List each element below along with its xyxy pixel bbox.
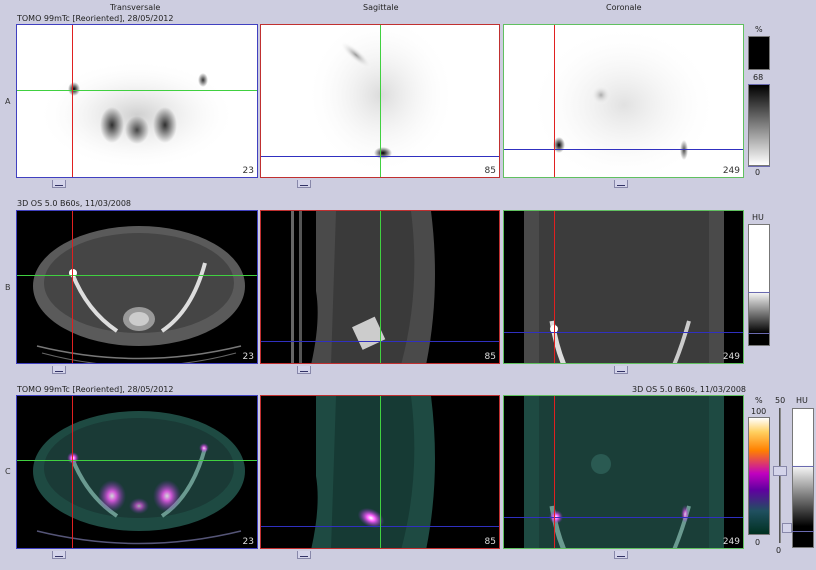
row-a-title: TOMO 99mTc [Reoriented], 28/05/2012	[17, 14, 174, 23]
colorbar-marker[interactable]	[748, 292, 770, 293]
pet-transversal-image	[37, 60, 237, 170]
ct-transversal-view[interactable]: 23	[16, 210, 258, 364]
fusion-transversal-image	[33, 411, 245, 545]
horizontal-crosshair[interactable]	[504, 332, 743, 333]
vertical-crosshair[interactable]	[554, 396, 555, 548]
ct-coronal-image	[524, 211, 724, 363]
ct-transversal-image	[33, 226, 245, 363]
colorbar-max-label: 100	[751, 407, 767, 416]
slice-number: 85	[484, 537, 496, 547]
colorbar-marker[interactable]	[748, 333, 770, 334]
vertical-crosshair[interactable]	[554, 211, 555, 363]
scroll-thumb[interactable]	[297, 366, 311, 374]
fusion-coronal-image	[524, 396, 724, 548]
fusion-sagittal-view[interactable]: 85	[260, 395, 500, 549]
ct-sagittal-view[interactable]: 85	[260, 210, 500, 364]
transversal-header: Transversale	[110, 3, 161, 12]
scroll-thumb[interactable]	[297, 551, 311, 559]
colorbar-unit: %	[755, 396, 763, 405]
pet-coronal-image	[529, 25, 719, 177]
pet-coronal-view[interactable]: 249	[503, 24, 744, 178]
horizontal-crosshair[interactable]	[504, 517, 743, 518]
row-c-letter: C	[5, 467, 11, 476]
slice-number: 85	[484, 352, 496, 362]
scroll-thumb[interactable]	[614, 551, 628, 559]
vertical-crosshair[interactable]	[72, 211, 73, 363]
slice-number: 249	[722, 352, 740, 362]
ct-coronal-view[interactable]: 249	[503, 210, 744, 364]
horizontal-crosshair[interactable]	[17, 90, 257, 91]
colorbar-unit: %	[755, 25, 763, 34]
opacity-slider-min-label: 0	[776, 546, 782, 555]
colorbar-unit: HU	[796, 396, 808, 405]
row-a-letter: A	[5, 97, 11, 106]
colorbar-marker[interactable]	[792, 531, 814, 532]
slice-number: 23	[242, 537, 254, 547]
opacity-slider-handle[interactable]	[773, 466, 787, 476]
row-b-title: 3D OS 5.0 B60s, 11/03/2008	[17, 199, 132, 208]
colorbar-unit: HU	[752, 213, 764, 222]
pet-sagittal-view[interactable]: 85	[260, 24, 500, 178]
scroll-thumb[interactable]	[297, 180, 311, 188]
opacity-slider-handle-lower[interactable]	[782, 523, 792, 533]
pet-transversal-view[interactable]: 23	[16, 24, 258, 178]
vertical-crosshair[interactable]	[72, 396, 73, 548]
colorbar-marker[interactable]	[792, 466, 814, 467]
colorbar-top-block	[748, 36, 770, 70]
slice-number: 249	[722, 166, 740, 176]
colorbar-min-label: 0	[755, 538, 761, 547]
fusion-ct-colorbar[interactable]	[792, 408, 814, 548]
vertical-crosshair[interactable]	[554, 25, 555, 177]
scroll-thumb[interactable]	[52, 180, 66, 188]
ct-colorbar[interactable]	[748, 224, 770, 346]
fusion-pet-colorbar[interactable]	[748, 417, 770, 535]
scroll-thumb[interactable]	[614, 180, 628, 188]
slice-number: 23	[242, 352, 254, 362]
vertical-crosshair[interactable]	[380, 211, 381, 363]
colorbar-min-label: 0	[755, 168, 761, 177]
vertical-crosshair[interactable]	[72, 25, 73, 177]
colorbar-marker[interactable]	[748, 84, 770, 85]
opacity-slider-max-label: 50	[775, 396, 786, 405]
colorbar-max-label: 68	[753, 73, 764, 82]
horizontal-crosshair[interactable]	[17, 275, 257, 276]
horizontal-crosshair[interactable]	[17, 460, 257, 461]
fusion-coronal-view[interactable]: 249	[503, 395, 744, 549]
slice-number: 85	[484, 166, 496, 176]
horizontal-crosshair[interactable]	[504, 149, 743, 150]
row-c-title-right: 3D OS 5.0 B60s, 11/03/2008	[632, 385, 747, 394]
fusion-transversal-view[interactable]: 23	[16, 395, 258, 549]
sagittal-header: Sagittale	[363, 3, 399, 12]
vertical-crosshair[interactable]	[380, 25, 381, 177]
row-c-title-left: TOMO 99mTc [Reoriented], 28/05/2012	[17, 385, 174, 394]
scroll-thumb[interactable]	[52, 551, 66, 559]
vertical-crosshair[interactable]	[380, 396, 381, 548]
colorbar-marker[interactable]	[748, 166, 770, 167]
slice-number: 249	[722, 537, 740, 547]
row-b-letter: B	[5, 283, 11, 292]
scroll-thumb[interactable]	[614, 366, 628, 374]
pet-colorbar[interactable]	[748, 84, 770, 166]
slice-number: 23	[242, 166, 254, 176]
scroll-thumb[interactable]	[52, 366, 66, 374]
coronal-header: Coronale	[606, 3, 642, 12]
